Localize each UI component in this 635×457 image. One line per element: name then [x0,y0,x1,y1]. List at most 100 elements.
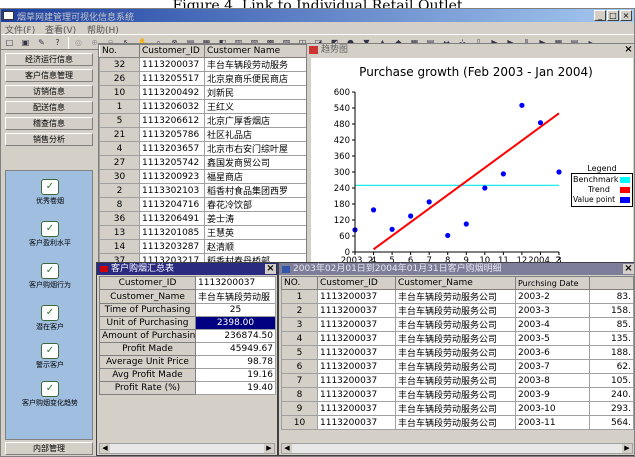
value-point [482,185,488,191]
table-row[interactable]: 8 1113200037 丰台车辆段劳动服务公司 2003-9 240. [281,387,634,402]
summary-value[interactable]: 1113200037 [195,276,276,290]
cell-customer-name: 社区礼品店 [204,127,307,142]
summary-value[interactable]: 19.40 [195,381,276,395]
summary-value[interactable]: 236874.50 [195,329,276,343]
behavior-icon: ✓ [41,263,59,279]
cell-no: 1 [99,99,140,114]
table-row[interactable]: 27 1113205742 鑫国发商贸公司 [99,155,307,170]
chart-window-close-button[interactable]: × [623,45,634,55]
nav-economic-info[interactable]: 经济运行信息 [5,53,93,66]
sidebar-item-warning-customers[interactable]: ✓ 警示客户 [6,343,94,369]
cell-no: 13 [99,225,140,240]
sidebar-item-potential-customers[interactable]: ✓ 潜在客户 [6,305,94,331]
summary-window-close-button[interactable]: × [265,264,276,274]
cell-purchasing-date: 2003-6 [515,345,590,360]
nav-visit-sales[interactable]: 访销信息 [5,85,93,98]
cell-customer-name: 姜士涛 [204,211,307,226]
value-point [445,232,451,239]
nav-customer-management[interactable]: 客户信息管理 [5,69,93,82]
cell-customer-id: 1113206612 [139,113,205,128]
col-header-amount[interactable] [589,276,634,290]
table-row[interactable]: 2 1113200037 丰台车辆段劳动服务公司 2003-3 158. [281,303,634,318]
cell-customer-name: 稻香村食品集团西罗 [204,183,307,198]
summary-value[interactable]: 25 [195,303,276,317]
col-header-purchasing-date[interactable]: Purchsing Date [515,276,590,290]
scroll-right-arrow-icon[interactable]: ▶ [264,444,274,453]
sales-analysis-panel: ✓ 优秀卷烟 ✓ 客户盈利水平 ✓ 客户购烟行为 ✓ 潜在客户 ✓ 警示客户 ✓… [5,170,93,440]
summary-value[interactable]: 45949.67 [195,342,276,356]
table-row[interactable]: 7 1113200037 丰台车辆段劳动服务公司 2003-8 105. [281,373,634,388]
table-row[interactable]: 21 1113205786 社区礼品店 [99,127,307,142]
summary-value[interactable]: 19.16 [195,368,276,382]
col-header-customer-name[interactable]: Customer_Name [395,276,516,290]
table-row[interactable]: 6 1113200037 丰台车辆段劳动服务公司 2003-7 62. [281,359,634,374]
toolbar-tool-icon[interactable]: ▣ [20,37,31,48]
history-horizontal-scrollbar[interactable]: ◀ ▶ [281,443,633,454]
cell-no: 36 [99,211,140,226]
summary-value[interactable]: 2398.00 [195,316,276,330]
scroll-right-arrow-icon[interactable]: ▶ [622,444,632,453]
table-row[interactable]: 36 1113206491 姜士涛 [99,211,307,226]
summary-window-title: 客户购烟汇总表 [97,263,277,275]
col-header-no[interactable]: NO. [281,276,318,290]
minimize-button[interactable]: _ [594,10,606,21]
toolbar-tool-icon[interactable]: □ [4,37,15,48]
table-row[interactable]: 4 1113200037 丰台车辆段劳动服务公司 2003-5 135. [281,331,634,346]
chart-window-title: 趋势图 [307,44,634,56]
table-row[interactable]: 2 1113302103 稻香村食品集团西罗 [99,183,307,198]
toolbar-tool-icon[interactable]: ? [52,37,63,48]
cell-customer-id: 1113200492 [139,85,205,100]
table-row[interactable]: 14 1113203287 赵清顺 [99,239,307,254]
summary-value[interactable]: 丰台车辆段劳动服 [195,289,276,304]
nav-delivery[interactable]: 配送信息 [5,101,93,114]
cell-purchasing-date: 2003-8 [515,373,590,388]
legend-label-value-point: Value point [573,195,616,204]
cell-customer-name: 春花冷饮部 [204,197,307,212]
table-row[interactable]: 3 1113200037 丰台车辆段劳动服务公司 2003-4 85. [281,317,634,332]
summary-label: Amount of Purchasing [99,329,196,343]
sidebar-item-top-brands[interactable]: ✓ 优秀卷烟 [6,179,94,205]
table-row[interactable]: 5 1113206612 北京广厚香烟店 [99,113,307,128]
sidebar-item-purchase-trend[interactable]: ✓ 客户购烟变化趋势 [6,381,94,407]
cell-customer-id: 1113200037 [317,303,396,318]
sidebar-item-purchase-behavior[interactable]: ✓ 客户购烟行为 [6,263,94,289]
table-row[interactable]: 9 1113200037 丰台车辆段劳动服务公司 2003-10 293. [281,401,634,416]
table-row[interactable]: 10 1113200037 丰台车辆段劳动服务公司 2003-11 564. [281,415,634,430]
legend-swatch-benchmark [620,177,630,183]
table-row[interactable]: 26 1113205517 北京泉商乐便民商店 [99,71,307,86]
summary-value[interactable]: 98.78 [195,355,276,369]
toolbar-tool-icon[interactable]: ◎ [73,37,84,48]
nav-internal-management[interactable]: 内部管理 [5,442,93,455]
scroll-left-arrow-icon[interactable]: ◀ [100,444,110,453]
scroll-left-arrow-icon[interactable]: ◀ [282,444,292,453]
table-row[interactable]: 5 1113200037 丰台车辆段劳动服务公司 2003-6 188. [281,345,634,360]
table-row[interactable]: 30 1113200923 福星商店 [99,169,307,184]
summary-horizontal-scrollbar[interactable]: ◀ ▶ [99,443,275,454]
cell-customer-id: 1113206032 [139,99,205,114]
table-row[interactable]: 10 1113200492 刘新民 [99,85,307,100]
table-row[interactable]: 8 1113204716 春花冷饮部 [99,197,307,212]
close-button[interactable]: × [620,10,632,21]
sidebar-item-profit-level[interactable]: ✓ 客户盈利水平 [6,221,94,247]
cell-customer-name: 丰台车辆段劳动服务公司 [395,401,516,416]
value-point [519,102,525,108]
cell-no: 2 [281,303,318,318]
legend-title: Legend [587,164,617,173]
col-header-no[interactable]: No. [99,44,140,58]
col-header-customer-name[interactable]: Customer Name [204,44,307,58]
nav-sales-analysis[interactable]: 销售分析 [5,133,93,146]
maximize-button[interactable]: □ [607,10,619,21]
history-window-close-button[interactable]: × [623,264,634,274]
table-row[interactable]: 32 1113200037 丰台车辆段劳动服务 [99,57,307,72]
table-row[interactable]: 4 1113203657 北京市右安门综叶屋 [99,141,307,156]
toolbar-tool-icon[interactable]: ✎ [36,37,47,48]
col-header-customer-id[interactable]: Customer_ID [139,44,205,58]
table-row[interactable]: 1 1113206032 王红义 [99,99,307,114]
table-row[interactable]: 13 1113201085 王慧英 [99,225,307,240]
table-row[interactable]: 1 1113200037 丰台车辆段劳动服务公司 2003-2 83. [281,289,634,304]
trend-line [372,112,560,251]
cell-amount: 62. [589,359,634,374]
nav-inspection[interactable]: 稽查信息 [5,117,93,130]
cell-customer-name: 鑫国发商贸公司 [204,155,307,170]
col-header-customer-id[interactable]: Customer_ID [317,276,396,290]
